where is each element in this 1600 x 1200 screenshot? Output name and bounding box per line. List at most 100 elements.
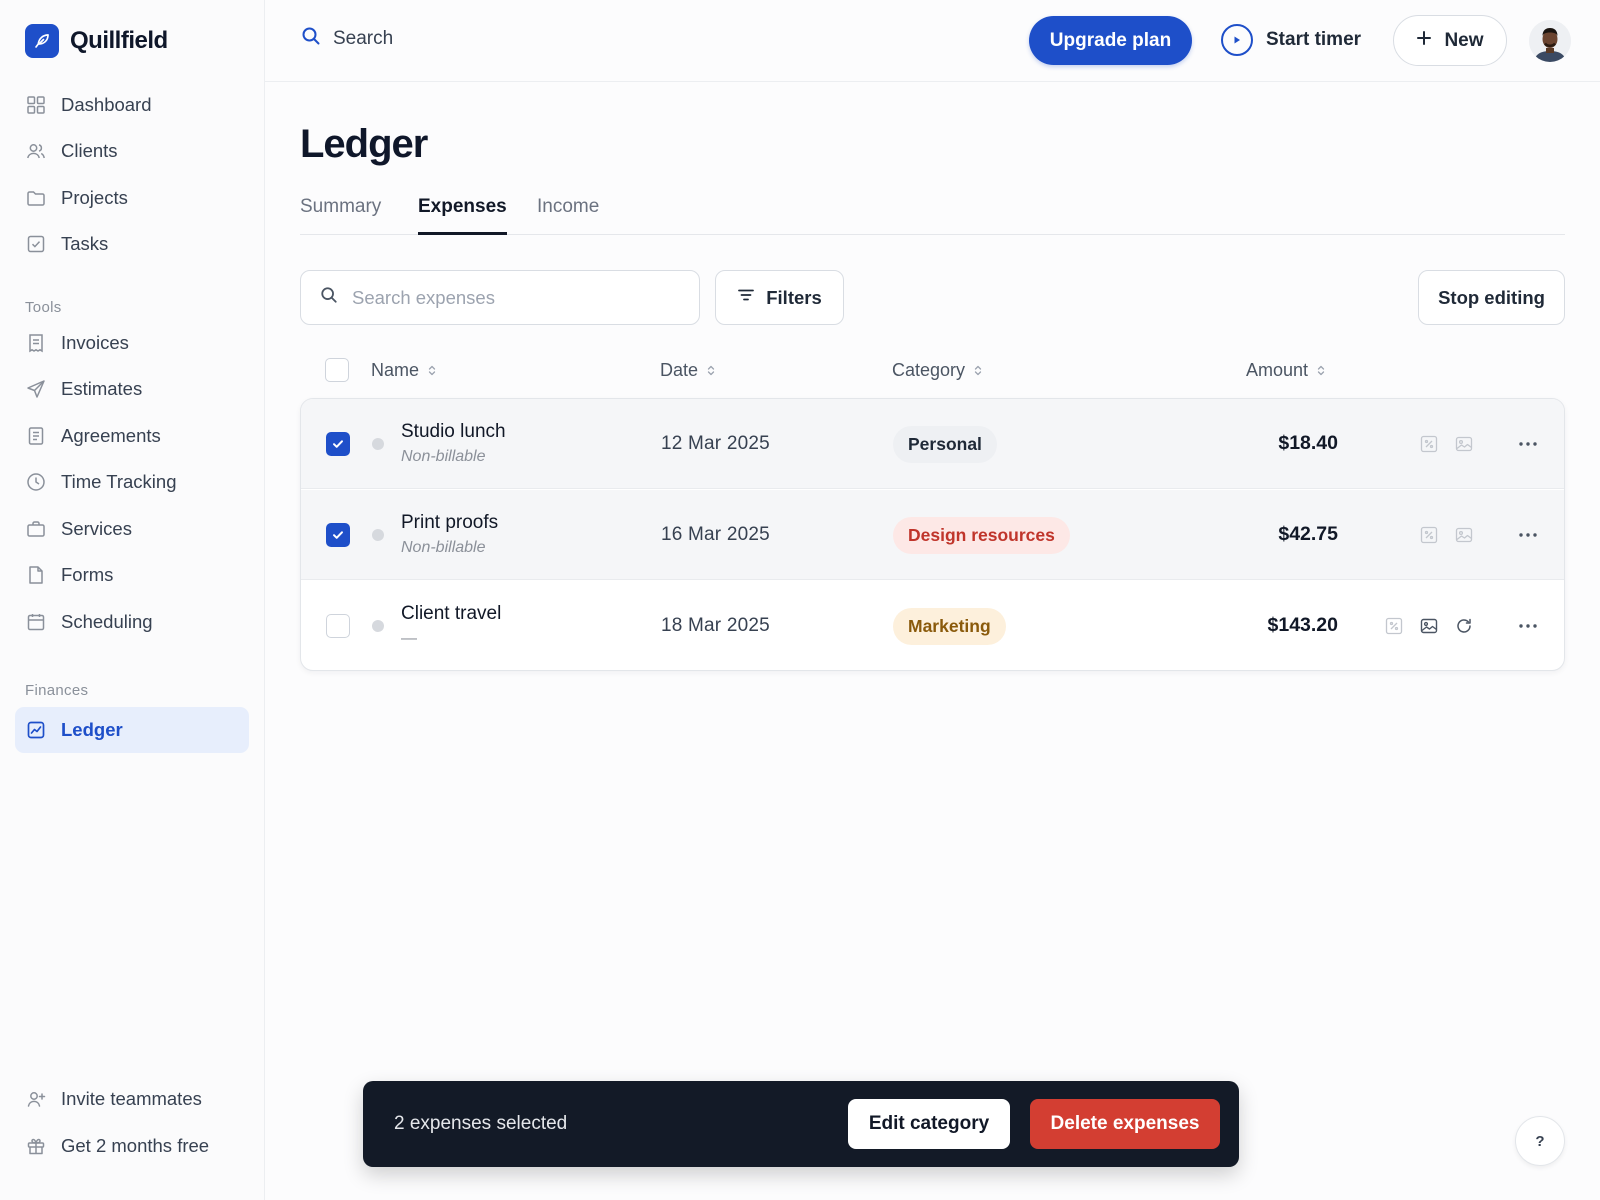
global-search[interactable]: Search [301,26,393,51]
tab-summary[interactable]: Summary [300,196,381,235]
tab-income[interactable]: Income [537,196,599,235]
column-label: Amount [1246,360,1309,380]
user-plus-icon [26,1089,46,1109]
status-dot [372,438,384,450]
receipt-image-icon[interactable] [1454,525,1474,545]
sidebar-item-agreements[interactable]: Agreements [15,413,249,459]
sidebar-item-estimates[interactable]: Estimates [15,366,249,412]
recurring-icon[interactable] [1454,616,1474,636]
table-row[interactable]: Print proofs Non-billable 16 Mar 2025 De… [301,490,1564,580]
expense-date: 12 Mar 2025 [661,433,770,454]
gift-icon [26,1136,46,1156]
tab-expenses[interactable]: Expenses [418,196,507,235]
user-avatar-icon [1529,20,1571,62]
row-checkbox[interactable] [326,523,350,547]
column-label: Date [660,360,699,380]
column-header-name[interactable]: Name [371,360,436,381]
sort-icon [1317,360,1325,381]
expense-billable-status: — [401,630,417,647]
start-timer-label: Start timer [1266,29,1362,50]
sort-icon [707,360,715,381]
selection-count: 2 expenses selected [394,1113,568,1134]
checkmark-icon [333,440,343,448]
new-button[interactable]: New [1393,15,1507,66]
expense-amount: $143.20 [1267,614,1339,636]
avatar[interactable] [1529,20,1571,62]
sidebar-item-get-2-months-free[interactable]: Get 2 months free [15,1123,249,1169]
sidebar-item-invoices[interactable]: Invoices [15,320,249,366]
search-expenses-input[interactable] [352,286,682,309]
document-icon [26,426,46,446]
sidebar-item-label: Time Tracking [61,471,177,492]
table-row[interactable]: Client travel — 18 Mar 2025 Marketing $1… [301,581,1564,670]
grid-icon [26,95,46,115]
sidebar-item-label: Ledger [61,719,123,740]
table-header: Name Date Category Amount [300,345,1565,395]
section-label-finances: Finances [25,682,89,699]
sidebar-item-services[interactable]: Services [15,506,249,552]
more-options-icon[interactable] [1516,523,1540,547]
filters-button[interactable]: Filters [715,270,844,325]
tab-bar: Summary Expenses Income [300,190,1565,235]
column-header-amount[interactable]: Amount [1246,360,1325,381]
folder-icon [26,188,46,208]
new-button-label: New [1444,29,1484,51]
sidebar-item-forms[interactable]: Forms [15,552,249,598]
expense-billable-status: Non-billable [401,539,486,556]
tax-icon[interactable] [1384,616,1404,636]
search-icon [301,26,321,51]
sidebar-item-label: Estimates [61,378,143,399]
top-bar: Search Upgrade plan Start timer New [265,0,1600,82]
sidebar-item-label: Clients [61,140,118,161]
briefcase-icon [26,519,46,539]
sidebar-item-projects[interactable]: Projects [15,175,249,221]
upgrade-plan-button[interactable]: Upgrade plan [1029,16,1192,65]
sidebar-item-time-tracking[interactable]: Time Tracking [15,459,249,505]
users-icon [26,141,46,161]
more-options-icon[interactable] [1516,614,1540,638]
row-checkbox[interactable] [326,432,350,456]
row-checkbox[interactable] [326,614,350,638]
receipt-image-icon[interactable] [1454,434,1474,454]
sidebar-item-label: Projects [61,187,128,208]
expense-amount: $18.40 [1278,432,1338,454]
expenses-table: Studio lunch Non-billable 12 Mar 2025 Pe… [300,398,1565,671]
tax-icon[interactable] [1419,525,1439,545]
help-button[interactable]: ? [1515,1116,1565,1166]
section-label-tools: Tools [25,299,62,316]
start-timer-button[interactable]: Start timer [1221,24,1361,56]
edit-category-button[interactable]: Edit category [848,1099,1010,1149]
expense-date: 16 Mar 2025 [661,524,770,545]
more-options-icon[interactable] [1516,432,1540,456]
sidebar: Quillfield Dashboard Clients Projects Ta… [0,0,265,1200]
delete-expenses-button[interactable]: Delete expenses [1030,1099,1220,1149]
category-badge[interactable]: Marketing [893,608,1006,645]
expense-amount: $42.75 [1278,523,1338,545]
select-all-checkbox[interactable] [325,358,349,382]
stop-editing-button[interactable]: Stop editing [1418,270,1565,325]
receipt-image-icon[interactable] [1419,616,1439,636]
sidebar-item-ledger[interactable]: Ledger [15,707,249,753]
sidebar-item-label: Tasks [61,233,109,254]
tax-icon[interactable] [1419,434,1439,454]
play-icon [1221,24,1253,56]
expense-date: 18 Mar 2025 [661,615,770,636]
category-badge[interactable]: Design resources [893,517,1070,554]
column-label: Category [892,360,966,380]
filter-icon [737,286,755,309]
brand[interactable]: Quillfield [25,24,168,58]
checkbox-icon [26,234,46,254]
column-header-category[interactable]: Category [892,360,982,381]
category-badge[interactable]: Personal [893,426,997,463]
page-title: Ledger [300,122,428,166]
search-icon [320,286,338,309]
sidebar-item-invite-teammates[interactable]: Invite teammates [15,1076,249,1122]
sidebar-item-scheduling[interactable]: Scheduling [15,599,249,645]
expense-name: Client travel [401,603,502,624]
sidebar-item-clients[interactable]: Clients [15,128,249,174]
global-search-label: Search [333,27,394,49]
sidebar-item-dashboard[interactable]: Dashboard [15,82,249,128]
column-header-date[interactable]: Date [660,360,715,381]
table-row[interactable]: Studio lunch Non-billable 12 Mar 2025 Pe… [301,399,1564,489]
sidebar-item-tasks[interactable]: Tasks [15,221,249,267]
